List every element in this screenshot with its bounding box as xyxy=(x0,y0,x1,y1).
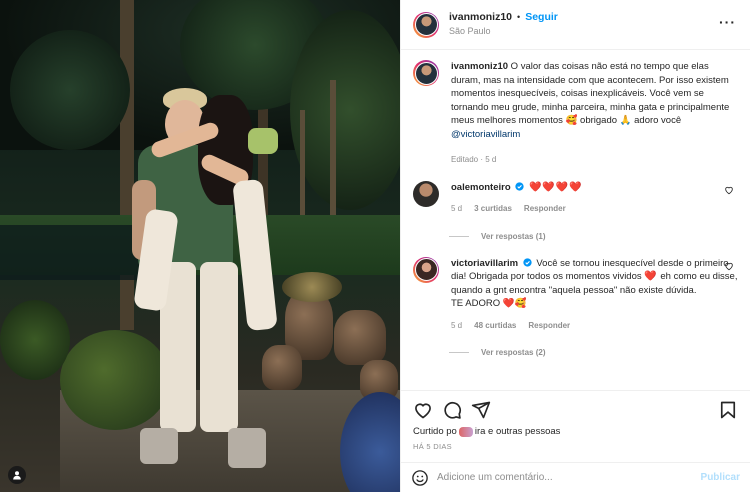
view-replies-button[interactable]: Ver respostas (2) xyxy=(449,348,738,357)
caption: ivanmoniz10 O valor das coisas não está … xyxy=(413,60,738,167)
plant xyxy=(282,272,342,302)
liked-by[interactable]: Curtido po ira e outras pessoas xyxy=(413,426,738,437)
reply-button[interactable]: Responder xyxy=(524,202,566,216)
user-tag-icon[interactable] xyxy=(8,466,26,484)
edited-label: Editado · 5 d xyxy=(451,155,497,164)
man-pants-right xyxy=(200,262,238,432)
replies-line xyxy=(449,235,469,237)
bookmark-icon[interactable] xyxy=(718,400,738,420)
tree-foliage xyxy=(10,30,130,150)
reply-button[interactable]: Responder xyxy=(528,319,570,333)
shrub xyxy=(0,300,70,380)
add-comment-bar: Publicar xyxy=(401,462,750,492)
pool xyxy=(0,225,140,280)
tree-foliage xyxy=(290,10,400,210)
clay-vase xyxy=(262,345,302,390)
comment-text: ❤️❤️❤️❤️ xyxy=(528,181,583,193)
commenter-avatar[interactable] xyxy=(413,256,439,283)
post-photo[interactable] xyxy=(0,0,400,492)
comment-age[interactable]: 5 d xyxy=(451,319,462,333)
post-actions: Curtido po ira e outras pessoas HÁ 5 DIA… xyxy=(401,390,750,462)
more-options-icon[interactable]: ··· xyxy=(719,15,736,29)
caption-mention[interactable]: @victoriavillarim xyxy=(451,129,520,140)
comment-heart-icon[interactable] xyxy=(724,261,734,271)
comments-list[interactable]: ivanmoniz10 O valor das coisas não está … xyxy=(401,50,750,390)
comment-username[interactable]: oalemonteiro xyxy=(451,182,511,193)
author-username[interactable]: ivanmoniz10 xyxy=(449,11,512,24)
comment-text-last: TE ADORO ❤️🥰 xyxy=(451,298,527,309)
post-modal: ivanmoniz10 • Seguir São Paulo ··· ivanm… xyxy=(0,0,750,492)
liked-by-prefix: Curtido po xyxy=(413,426,457,437)
shrub xyxy=(60,330,170,430)
comment-likes[interactable]: 3 curtidas xyxy=(474,202,512,216)
comment-age[interactable]: 5 d xyxy=(451,202,462,216)
author-avatar[interactable] xyxy=(413,60,439,86)
commenter-avatar[interactable] xyxy=(413,180,439,207)
palm-trunk xyxy=(120,0,134,330)
separator-dot: • xyxy=(517,12,521,22)
caption-username[interactable]: ivanmoniz10 xyxy=(451,61,508,72)
verified-badge-icon xyxy=(523,257,532,267)
post-header: ivanmoniz10 • Seguir São Paulo ··· xyxy=(401,0,750,50)
comment-input[interactable] xyxy=(437,472,701,483)
replies-line xyxy=(449,352,469,353)
comment-heart-emoji: ❤️ xyxy=(644,271,658,282)
view-replies-label[interactable]: Ver respostas (1) xyxy=(481,232,545,241)
post-details-panel: ivanmoniz10 • Seguir São Paulo ··· ivanm… xyxy=(400,0,750,492)
liked-by-suffix: ira e outras pessoas xyxy=(474,426,561,437)
man-shoe xyxy=(140,428,178,464)
comment-likes[interactable]: 48 curtidas xyxy=(474,319,516,333)
liked-by-avatars xyxy=(458,426,473,437)
emoji-icon[interactable] xyxy=(411,469,429,487)
post-date[interactable]: HÁ 5 DIAS xyxy=(413,442,738,451)
verified-badge-icon xyxy=(515,181,524,191)
comment-icon[interactable] xyxy=(442,400,462,420)
view-replies-label[interactable]: Ver respostas (2) xyxy=(481,348,545,357)
author-avatar[interactable] xyxy=(413,11,439,38)
view-replies-button[interactable]: Ver respostas (1) xyxy=(449,232,738,241)
comment-heart-icon[interactable] xyxy=(724,185,734,195)
clay-vase xyxy=(334,310,386,365)
woman-top xyxy=(248,128,278,154)
heart-icon[interactable] xyxy=(413,400,433,420)
publish-button[interactable]: Publicar xyxy=(701,472,740,483)
man-shoe xyxy=(228,428,266,468)
comment-item: oalemonteiro ❤️❤️❤️❤️ 5 d 3 curtidas Res… xyxy=(413,180,738,216)
follow-button[interactable]: Seguir xyxy=(525,11,558,24)
comment-item: victoriavillarim Você se tornou inesquec… xyxy=(413,256,738,333)
comment-username[interactable]: victoriavillarim xyxy=(451,258,518,269)
share-icon[interactable] xyxy=(471,400,491,420)
post-location[interactable]: São Paulo xyxy=(449,25,558,38)
